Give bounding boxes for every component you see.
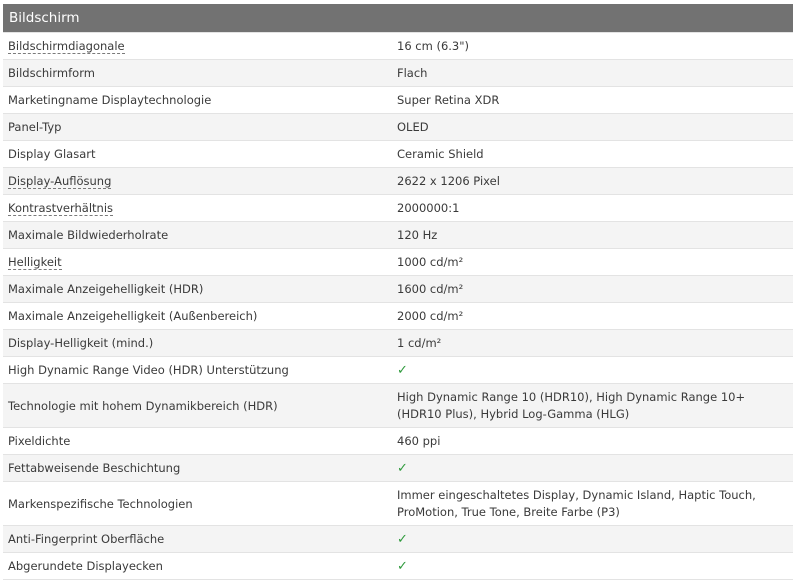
spec-value-cell: Super Retina XDR <box>397 92 793 109</box>
spec-row: Markenspezifische Technologien Immer eing… <box>3 482 793 526</box>
spec-value-cell: 16 cm (6.3") <box>397 38 793 55</box>
spec-label: Anti-Fingerprint Oberfläche <box>8 532 165 546</box>
spec-value-cell: 1000 cd/m² <box>397 254 793 271</box>
spec-row: Panel-Typ OLED <box>3 114 793 141</box>
spec-label-cell: Maximale Anzeigehelligkeit (Außenbereich… <box>3 309 397 323</box>
spec-row: Pixeldichte 460 ppi <box>3 428 793 455</box>
spec-value: 1 cd/m² <box>397 335 442 350</box>
spec-label-cell: Marketingname Displaytechnologie <box>3 93 397 107</box>
check-icon: ✓ <box>397 531 408 547</box>
spec-label-cell: Pixeldichte <box>3 434 397 448</box>
spec-label: Fettabweisende Beschichtung <box>8 461 181 475</box>
spec-row: Bildschirmdiagonale 16 cm (6.3") <box>3 33 793 60</box>
spec-label-cell: Maximale Anzeigehelligkeit (HDR) <box>3 282 397 296</box>
spec-label: Maximale Anzeigehelligkeit (Außenbereich… <box>8 309 258 323</box>
spec-value-cell: 2622 x 1206 Pixel <box>397 173 793 190</box>
spec-label-cell: Fettabweisende Beschichtung <box>3 461 397 475</box>
spec-row: Bildschirmform Flach <box>3 60 793 87</box>
spec-row: Abgerundete Displayecken ✓ <box>3 553 793 580</box>
spec-value-cell: 460 ppi <box>397 433 793 450</box>
spec-row: Display Glasart Ceramic Shield <box>3 141 793 168</box>
spec-label-cell: Bildschirmform <box>3 66 397 80</box>
spec-value-cell: Ceramic Shield <box>397 146 793 163</box>
spec-row: Maximale Anzeigehelligkeit (Außenbereich… <box>3 303 793 330</box>
spec-value-cell: ✓ <box>397 531 793 548</box>
check-icon: ✓ <box>397 362 408 378</box>
spec-value: Ceramic Shield <box>397 146 484 161</box>
spec-value: 1600 cd/m² <box>397 281 464 296</box>
spec-rows: Bildschirmdiagonale 16 cm (6.3") Bildschir… <box>3 33 793 580</box>
spec-row: Maximale Anzeigehelligkeit (HDR) 1600 cd/… <box>3 276 793 303</box>
spec-label: Maximale Anzeigehelligkeit (HDR) <box>8 282 204 296</box>
spec-label: Pixeldichte <box>8 434 71 448</box>
spec-label: Display-Helligkeit (mind.) <box>8 336 154 350</box>
spec-label-cell: Helligkeit <box>3 255 397 270</box>
spec-value-cell: Immer eingeschaltetes Display, Dynamic I… <box>397 487 793 521</box>
spec-value: Flach <box>397 65 428 80</box>
spec-label: Markenspezifische Technologien <box>8 496 193 511</box>
spec-label: Display Glasart <box>8 147 96 161</box>
spec-row: Display-Helligkeit (mind.) 1 cd/m² <box>3 330 793 357</box>
spec-row: High Dynamic Range Video (HDR) Unterstüt… <box>3 357 793 384</box>
spec-row: Kontrastverhältnis 2000000:1 <box>3 195 793 222</box>
spec-label: Abgerundete Displayecken <box>8 559 163 573</box>
spec-value: OLED <box>397 119 429 134</box>
spec-label: Bildschirmform <box>8 66 95 80</box>
spec-label: Technologie mit hohem Dynamikbereich (HD… <box>8 398 278 413</box>
spec-label-cell: Anti-Fingerprint Oberfläche <box>3 532 397 546</box>
spec-label-cell: Kontrastverhältnis <box>3 201 397 216</box>
spec-label: Maximale Bildwiederholrate <box>8 228 169 242</box>
spec-value-cell: Flach <box>397 65 793 82</box>
spec-label: High Dynamic Range Video (HDR) Unterstüt… <box>8 363 289 377</box>
spec-row: Fettabweisende Beschichtung ✓ <box>3 455 793 482</box>
spec-value: Immer eingeschaltetes Display, Dynamic I… <box>397 487 756 519</box>
spec-value-cell: High Dynamic Range 10 (HDR10), High Dyna… <box>397 389 793 423</box>
spec-value: High Dynamic Range 10 (HDR10), High Dyna… <box>397 389 746 421</box>
spec-value-cell: OLED <box>397 119 793 136</box>
spec-value: 2000 cd/m² <box>397 308 464 323</box>
spec-value: 16 cm (6.3") <box>397 38 470 53</box>
section-header: Bildschirm <box>3 4 793 33</box>
spec-row: Helligkeit 1000 cd/m² <box>3 249 793 276</box>
spec-label-cell: Technologie mit hohem Dynamikbereich (HD… <box>3 399 397 413</box>
spec-label-cell: Display-Auflösung <box>3 174 397 189</box>
spec-label-tooltip[interactable]: Helligkeit <box>8 255 62 270</box>
check-icon: ✓ <box>397 460 408 476</box>
spec-value-cell: 1 cd/m² <box>397 335 793 352</box>
spec-value: 1000 cd/m² <box>397 254 464 269</box>
spec-label-cell: Display Glasart <box>3 147 397 161</box>
spec-value: 460 ppi <box>397 433 441 448</box>
spec-value: 2622 x 1206 Pixel <box>397 173 500 188</box>
spec-label-cell: High Dynamic Range Video (HDR) Unterstüt… <box>3 363 397 377</box>
spec-label-cell: Maximale Bildwiederholrate <box>3 228 397 242</box>
spec-label-tooltip[interactable]: Display-Auflösung <box>8 174 112 189</box>
spec-value-cell: 120 Hz <box>397 227 793 244</box>
spec-row: Display-Auflösung 2622 x 1206 Pixel <box>3 168 793 195</box>
spec-label-cell: Bildschirmdiagonale <box>3 39 397 54</box>
spec-value: 120 Hz <box>397 227 438 242</box>
spec-label-tooltip[interactable]: Kontrastverhältnis <box>8 201 113 216</box>
spec-label-cell: Abgerundete Displayecken <box>3 559 397 573</box>
spec-value-cell: ✓ <box>397 362 793 379</box>
spec-label: Marketingname Displaytechnologie <box>8 93 212 107</box>
spec-value: 2000000:1 <box>397 200 460 215</box>
spec-row: Marketingname Displaytechnologie Super Re… <box>3 87 793 114</box>
spec-value: Super Retina XDR <box>397 92 500 107</box>
check-icon: ✓ <box>397 558 408 574</box>
spec-row: Technologie mit hohem Dynamikbereich (HD… <box>3 384 793 428</box>
spec-row: Maximale Bildwiederholrate 120 Hz <box>3 222 793 249</box>
spec-label-cell: Display-Helligkeit (mind.) <box>3 336 397 350</box>
spec-value-cell: 1600 cd/m² <box>397 281 793 298</box>
spec-value-cell: ✓ <box>397 460 793 477</box>
spec-label-cell: Markenspezifische Technologien <box>3 497 397 511</box>
spec-label-cell: Panel-Typ <box>3 120 397 134</box>
spec-value-cell: 2000 cd/m² <box>397 308 793 325</box>
spec-value-cell: 2000000:1 <box>397 200 793 217</box>
spec-label: Panel-Typ <box>8 120 62 134</box>
spec-label-tooltip[interactable]: Bildschirmdiagonale <box>8 39 125 54</box>
spec-value-cell: ✓ <box>397 558 793 575</box>
spec-table: Bildschirm Bildschirmdiagonale 16 cm (6.3… <box>3 4 793 580</box>
spec-row: Anti-Fingerprint Oberfläche ✓ <box>3 526 793 553</box>
